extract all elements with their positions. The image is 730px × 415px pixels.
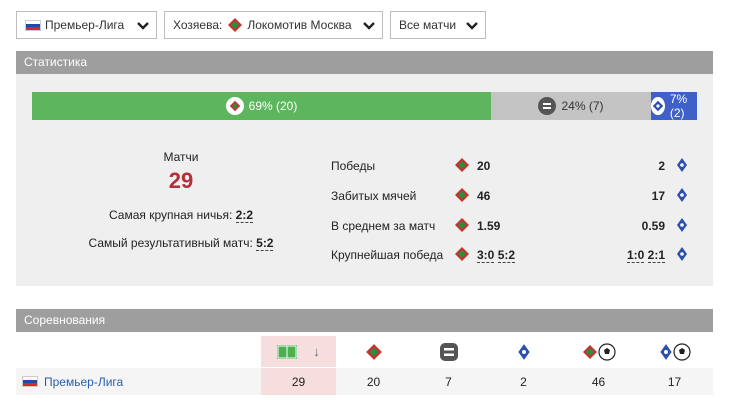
- home-biggest-win: 3:0 5:2: [477, 248, 516, 263]
- match-link[interactable]: 3:0: [477, 248, 495, 263]
- krylia-logo-icon: [659, 343, 672, 360]
- biggest-draw: Самая крупная ничья: 2:2: [16, 208, 346, 223]
- highest-scoring-link[interactable]: 5:2: [256, 236, 274, 251]
- goals-against-column-header[interactable]: [636, 336, 713, 367]
- krylia-logo-icon: [677, 188, 687, 202]
- home-value: 20: [477, 159, 491, 173]
- losses-segment: 7% (2): [651, 92, 697, 120]
- draws-column-header[interactable]: [411, 336, 486, 367]
- team-select-prefix: Хозяева:: [173, 18, 223, 32]
- draw-icon: [538, 97, 557, 115]
- sort-arrow-icon: ↓: [313, 344, 320, 359]
- lokomotiv-logo-icon: [455, 247, 469, 261]
- league-select-label: Премьер-Лига: [45, 18, 125, 32]
- matches-label: Матчи: [163, 150, 199, 164]
- highest-scoring: Самый результативный матч: 5:2: [16, 236, 346, 251]
- lokomotiv-logo-icon: [455, 158, 469, 172]
- match-link[interactable]: 1:0: [626, 248, 645, 263]
- draw-icon: [439, 342, 458, 361]
- losses-cell: 2: [520, 374, 527, 389]
- summary-block: Матчи 29 Самая крупная ничья: 2:2 Самый …: [16, 150, 346, 251]
- competitions-header: Соревнования: [16, 309, 713, 332]
- wins-cell: 20: [366, 374, 381, 389]
- krylia-logo-icon: [517, 343, 530, 360]
- comparison-label: В среднем за матч: [331, 219, 436, 233]
- competitions-table-header: ↓: [16, 336, 713, 367]
- match-link[interactable]: 2:1: [647, 248, 665, 263]
- goals-against-cell: 17: [667, 374, 682, 389]
- away-value: 2: [658, 159, 665, 173]
- lokomotiv-logo-icon: [455, 218, 469, 232]
- results-bar: 69% (20) 24% (7) 7% (2): [32, 92, 697, 120]
- chevron-down-icon: [363, 22, 375, 30]
- goals-for-cell: 46: [591, 374, 606, 389]
- competition-link[interactable]: Премьер-Лига: [44, 375, 123, 389]
- comparison-row-average: В среднем за матч 1.59 0.59: [331, 214, 691, 238]
- highest-scoring-label: Самый результативный матч:: [88, 236, 253, 250]
- matches-cell: 29: [261, 368, 336, 395]
- lokomotiv-logo-icon: [365, 343, 382, 360]
- competition-name-cell: Премьер-Лига: [22, 368, 123, 395]
- russia-flag-icon: [25, 19, 41, 31]
- comparison-label: Крупнейшая победа: [331, 248, 444, 262]
- russia-flag-icon: [22, 376, 38, 387]
- biggest-draw-label: Самая крупная ничья:: [108, 208, 233, 222]
- matches-column-header[interactable]: ↓: [261, 336, 336, 367]
- statistics-header: Статистика: [16, 51, 713, 74]
- losses-column-header[interactable]: [486, 336, 561, 367]
- lokomotiv-logo-icon: [228, 18, 243, 32]
- comparison-row-wins: Победы 20 2: [331, 154, 691, 178]
- table-row: Премьер-Лига 29 20 7 2 46 17: [16, 368, 713, 395]
- away-value: 17: [651, 189, 665, 203]
- draws-label: 24% (7): [561, 99, 604, 113]
- ball-icon: [597, 342, 616, 361]
- home-value: 1.59: [477, 219, 501, 233]
- goals-for-column-header[interactable]: [561, 336, 636, 367]
- matches-count: 29: [168, 168, 194, 193]
- home-value: 46: [477, 189, 491, 203]
- lokomotiv-logo-icon: [455, 188, 469, 202]
- chevron-down-icon: [466, 22, 478, 30]
- matches-select-label: Все матчи: [399, 18, 457, 32]
- krylia-logo-icon: [651, 97, 665, 115]
- wins-segment: 69% (20): [32, 92, 491, 120]
- comparison-row-biggest-win: Крупнейшая победа 3:0 5:2 1:0 2:1: [331, 243, 691, 267]
- biggest-draw-link[interactable]: 2:2: [235, 208, 253, 223]
- team-select[interactable]: Хозяева: Локомотив Москва: [164, 11, 383, 39]
- league-select[interactable]: Премьер-Лига: [16, 11, 157, 39]
- krylia-logo-icon: [677, 218, 687, 232]
- draws-segment: 24% (7): [491, 92, 651, 120]
- away-biggest-win: 1:0 2:1: [626, 248, 665, 263]
- comparison-label: Победы: [331, 159, 376, 173]
- match-link[interactable]: 5:2: [497, 248, 516, 263]
- krylia-logo-icon: [677, 158, 687, 172]
- comparison-label: Забитых мячей: [331, 189, 417, 203]
- wins-column-header[interactable]: [336, 336, 411, 367]
- chevron-down-icon: [137, 22, 149, 30]
- draws-cell: 7: [445, 374, 452, 389]
- lokomotiv-logo-icon: [225, 97, 244, 115]
- losses-label: 7% (2): [669, 92, 688, 120]
- lokomotiv-logo-icon: [582, 344, 597, 359]
- comparison-row-goals: Забитых мячей 46 17: [331, 184, 691, 208]
- matches-select[interactable]: Все матчи: [390, 11, 486, 39]
- wins-label: 69% (20): [248, 99, 298, 113]
- krylia-logo-icon: [677, 247, 687, 261]
- away-value: 0.59: [641, 219, 665, 233]
- ball-icon: [672, 342, 691, 361]
- pitch-icon: [277, 344, 298, 359]
- team-select-label: Локомотив Москва: [247, 18, 352, 32]
